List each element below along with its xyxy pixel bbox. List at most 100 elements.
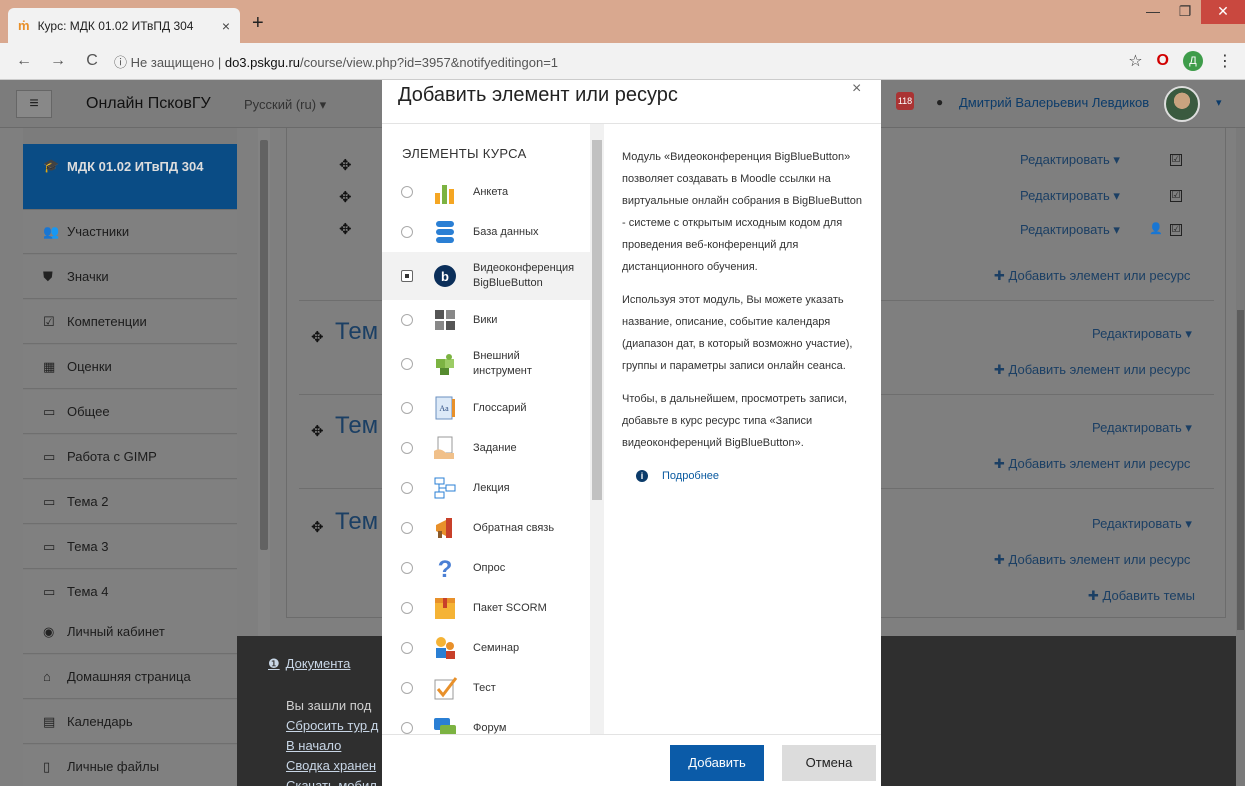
option-choice[interactable]: ? Опрос — [382, 548, 590, 588]
option-database[interactable]: База данных — [382, 212, 590, 252]
radio-button[interactable] — [401, 522, 413, 534]
user-avatar[interactable] — [1164, 86, 1200, 122]
browser-menu-icon[interactable]: ⋮ — [1217, 51, 1233, 71]
page-scroll-thumb[interactable] — [1237, 310, 1244, 630]
bookmark-star-icon[interactable]: ☆ — [1128, 51, 1142, 71]
option-scorm[interactable]: Пакет SCORM — [382, 588, 590, 628]
option-wiki[interactable]: Вики — [382, 300, 590, 340]
option-assignment[interactable]: Задание — [382, 428, 590, 468]
profile-avatar[interactable]: Д — [1183, 51, 1203, 71]
add-activity-link[interactable]: ✚ Добавить элемент или ресурс — [994, 362, 1190, 378]
move-icon[interactable]: ✥ — [311, 328, 324, 346]
edit-menu[interactable]: Редактировать ▾ — [1092, 516, 1192, 532]
move-icon[interactable]: ✥ — [339, 188, 352, 206]
mobile-app-link[interactable]: Скачать мобил — [286, 778, 377, 786]
add-topics-link[interactable]: ✚ Добавить темы — [1088, 588, 1195, 604]
reset-tour-link[interactable]: Сбросить тур д — [286, 718, 378, 733]
notification-badge[interactable]: 118 — [896, 92, 914, 110]
move-icon[interactable]: ✥ — [339, 156, 352, 174]
sidebar-item-badges[interactable]: ⛊ Значки — [23, 255, 237, 299]
radio-button[interactable] — [401, 602, 413, 614]
home-link[interactable]: В начало — [286, 738, 341, 753]
completion-checkbox-icon[interactable]: ☑ — [1170, 190, 1182, 202]
info-icon[interactable]: ⓘ — [114, 55, 127, 70]
dialog-close-icon[interactable]: × — [852, 80, 861, 98]
sidebar-item-dashboard[interactable]: ◉ Личный кабинет — [23, 610, 237, 654]
move-icon[interactable]: ✥ — [339, 220, 352, 238]
user-menu-caret-icon[interactable]: ▾ — [1216, 96, 1222, 109]
add-activity-link[interactable]: ✚ Добавить элемент или ресурс — [994, 456, 1190, 472]
language-selector[interactable]: Русский (ru) ▾ — [244, 97, 326, 113]
radio-button[interactable] — [401, 442, 413, 454]
option-bigbluebutton[interactable]: b Видеоконференция BigBlueButton — [382, 252, 590, 300]
option-feedback-survey[interactable]: Анкета — [382, 172, 590, 212]
option-workshop[interactable]: Семинар — [382, 628, 590, 668]
storage-summary-link[interactable]: Сводка хранен — [286, 758, 376, 773]
sidebar-item-files[interactable]: ▯ Личные файлы — [23, 745, 237, 786]
edit-menu[interactable]: Редактировать ▾ — [1020, 152, 1120, 168]
sidebar-item-topic-3[interactable]: ▭ Тема 3 — [23, 525, 237, 569]
edit-menu[interactable]: Редактировать ▾ — [1092, 326, 1192, 342]
cancel-button[interactable]: Отмена — [782, 745, 876, 781]
sidebar-item-topic-2[interactable]: ▭ Тема 2 — [23, 480, 237, 524]
sidebar-item-course[interactable]: 🎓 МДК 01.02 ИТвПД 304 — [23, 144, 237, 210]
sidebar-item-grades[interactable]: ▦ Оценки — [23, 345, 237, 389]
sidebar-item-general[interactable]: ▭ Общее — [23, 390, 237, 434]
radio-button[interactable] — [401, 314, 413, 326]
move-icon[interactable]: ✥ — [311, 422, 324, 440]
new-tab-button[interactable]: + — [252, 12, 264, 35]
sidebar-scroll-thumb[interactable] — [260, 140, 268, 550]
completion-checkbox-icon[interactable]: ☑ — [1170, 224, 1182, 236]
radio-button-selected[interactable] — [401, 270, 413, 282]
message-icon[interactable]: ● — [936, 95, 943, 109]
add-activity-link[interactable]: ✚ Добавить элемент или ресурс — [994, 552, 1190, 568]
completion-checkbox-icon[interactable]: ☑ — [1170, 154, 1182, 166]
radio-button[interactable] — [401, 186, 413, 198]
documentation-link[interactable]: ❶ Документа — [268, 656, 350, 672]
sidebar-item-home[interactable]: ⌂ Домашняя страница — [23, 655, 237, 699]
browser-tab[interactable]: ṁ Курс: МДК 01.02 ИТвПД 304 × — [8, 8, 240, 43]
activity-list-scroll-thumb[interactable] — [592, 140, 602, 500]
forward-icon[interactable]: → — [48, 52, 68, 70]
sidebar-item-calendar[interactable]: ▤ Календарь — [23, 700, 237, 744]
option-quiz[interactable]: Тест — [382, 668, 590, 708]
topic-title[interactable]: Тем — [335, 508, 378, 536]
radio-button[interactable] — [401, 402, 413, 414]
sidebar-item-gimp[interactable]: ▭ Работа с GIMP — [23, 435, 237, 479]
option-feedback[interactable]: Обратная связь — [382, 508, 590, 548]
tab-close-icon[interactable]: × — [222, 18, 230, 34]
site-name[interactable]: Онлайн ПсковГУ — [86, 95, 211, 113]
maximize-icon[interactable]: ❐ — [1169, 0, 1201, 24]
add-button[interactable]: Добавить — [670, 745, 764, 781]
sidebar-item-competencies[interactable]: ☑ Компетенции — [23, 300, 237, 344]
radio-button[interactable] — [401, 682, 413, 694]
edit-menu[interactable]: Редактировать ▾ — [1092, 420, 1192, 436]
back-icon[interactable]: ← — [14, 52, 34, 70]
radio-button[interactable] — [401, 722, 413, 734]
opera-extension-icon[interactable]: O — [1157, 52, 1169, 70]
edit-menu[interactable]: Редактировать ▾ — [1020, 222, 1120, 238]
add-activity-link[interactable]: ✚ Добавить элемент или ресурс — [994, 268, 1190, 284]
url-field[interactable]: ⓘ Не защищено | do3.pskgu.ru/course/view… — [114, 52, 558, 71]
radio-button[interactable] — [401, 358, 413, 370]
radio-button[interactable] — [401, 482, 413, 494]
hamburger-menu-icon[interactable]: ≡ — [16, 90, 52, 118]
radio-button[interactable] — [401, 226, 413, 238]
sidebar-item-participants[interactable]: 👥 Участники — [23, 210, 237, 254]
reload-icon[interactable]: C — [82, 52, 102, 70]
sidebar-item-topic-4[interactable]: ▭ Тема 4 — [23, 570, 237, 614]
option-lesson[interactable]: Лекция — [382, 468, 590, 508]
move-icon[interactable]: ✥ — [311, 518, 324, 536]
option-external-tool[interactable]: Внешний инструмент — [382, 340, 590, 388]
edit-menu[interactable]: Редактировать ▾ — [1020, 188, 1120, 204]
minimize-icon[interactable]: — — [1137, 0, 1169, 24]
topic-title[interactable]: Тем — [335, 318, 378, 346]
user-name[interactable]: Дмитрий Валерьевич Левдиков — [959, 95, 1149, 110]
option-glossary[interactable]: Aa Глоссарий — [382, 388, 590, 428]
radio-button[interactable] — [401, 562, 413, 574]
topic-title[interactable]: Тем — [335, 412, 378, 440]
option-forum[interactable]: Форум — [382, 708, 590, 734]
more-info-link[interactable]: i Подробнее — [622, 465, 863, 487]
window-close-icon[interactable]: ✕ — [1201, 0, 1245, 24]
radio-button[interactable] — [401, 642, 413, 654]
